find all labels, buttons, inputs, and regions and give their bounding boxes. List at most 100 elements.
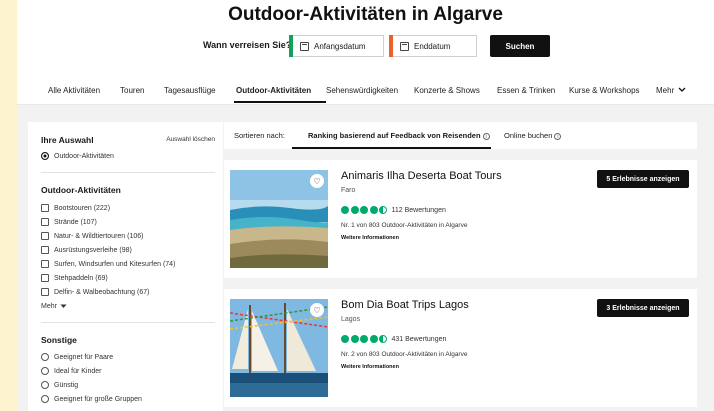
tab-tagesausfluege[interactable]: Tagesausflüge — [164, 86, 216, 95]
rating-bubble-icon — [360, 206, 368, 214]
tab-essen-trinken[interactable]: Essen & Trinken — [497, 86, 555, 95]
info-icon: i — [554, 132, 562, 140]
listing-title[interactable]: Bom Dia Boat Trips Lagos — [341, 299, 469, 311]
filter-bootstouren[interactable]: Bootstouren (222) — [41, 204, 110, 212]
rating-bubble-icon — [350, 206, 359, 214]
tab-konzerte-shows[interactable]: Konzerte & Shows — [414, 86, 480, 95]
sidebar-divider — [41, 322, 215, 323]
tab-sehenswuerdigkeiten[interactable]: Sehenswürdigkeiten — [326, 86, 398, 95]
rating-half-bubble-icon — [379, 206, 387, 214]
more-filters-toggle[interactable]: Mehr — [41, 303, 67, 310]
filter-paare[interactable]: Geeignet für Paare — [41, 353, 113, 361]
page-title: Outdoor-Aktivitäten in Algarve — [228, 4, 503, 25]
tab-mehr-label: Mehr — [656, 86, 675, 95]
more-info-link[interactable]: Weitere Informationen — [341, 364, 399, 370]
checkbox — [41, 246, 49, 254]
rating-bubble-icon — [360, 335, 368, 343]
category-tabs: Alle Aktivitäten Touren Tagesausflüge Ou… — [17, 78, 714, 104]
sort-option-label: Ranking basierend auf Feedback von Reise… — [308, 131, 481, 140]
show-experiences-button[interactable]: 3 Erlebnisse anzeigen — [597, 299, 689, 317]
tab-alle-aktivitaeten[interactable]: Alle Aktivitäten — [48, 86, 100, 95]
filter-label: Delfin- & Walbeobachtung (67) — [54, 288, 150, 296]
listing-location: Lagos — [341, 316, 361, 323]
tab-kurse-workshops[interactable]: Kurse & Workshops — [569, 86, 640, 95]
checkbox — [41, 288, 49, 296]
filter-label: Ausrüstungsverleihe (98) — [54, 246, 132, 254]
listing-title[interactable]: Animaris Ilha Deserta Boat Tours — [341, 170, 502, 182]
rating-bubble-icon — [369, 206, 378, 214]
info-icon: i — [482, 132, 490, 140]
filter-label: Geeignet für Paare — [54, 353, 114, 361]
listing-image[interactable]: ♡ — [230, 170, 328, 268]
filter-guenstig[interactable]: Günstig — [41, 381, 78, 389]
rating-bubble-icon — [341, 206, 349, 214]
page: Outdoor-Aktivitäten in Algarve Wann verr… — [17, 0, 714, 411]
review-count: 112 Bewertungen — [391, 206, 446, 214]
listing-rank: Nr. 1 von 803 Outdoor-Aktivitäten in Alg… — [341, 222, 468, 229]
radio — [41, 381, 49, 389]
radio — [41, 353, 49, 361]
selected-radio-icon — [41, 152, 49, 160]
tab-mehr[interactable]: Mehr — [656, 86, 686, 95]
filter-label: Geeignet für große Gruppen — [54, 395, 142, 403]
filter-ausruestungsverleihe[interactable]: Ausrüstungsverleihe (98) — [41, 246, 132, 254]
filter-kinder[interactable]: Ideal für Kinder — [41, 367, 101, 375]
start-date-field[interactable]: Anfangsdatum — [289, 35, 384, 57]
rating-half-bubble-icon — [379, 335, 387, 343]
heart-icon[interactable]: ♡ — [310, 303, 324, 317]
listing-location: Faro — [341, 187, 356, 194]
more-info-link[interactable]: Weitere Informationen — [341, 235, 399, 241]
rating-bubble-icon — [341, 335, 349, 343]
other-filter-title: Sonstige — [41, 335, 77, 345]
radio — [41, 395, 49, 403]
filter-label: Strände (107) — [54, 218, 97, 226]
active-tab-indicator — [234, 101, 326, 103]
calendar-icon — [400, 41, 409, 51]
filter-label: Surfen, Windsurfen und Kitesurfen (74) — [54, 260, 176, 268]
sort-option-label: Online buchen — [504, 131, 553, 140]
end-date-field[interactable]: Enddatum — [389, 35, 477, 57]
filter-delfin-walbeobachtung[interactable]: Delfin- & Walbeobachtung (67) — [41, 288, 149, 296]
listing-rating[interactable]: 431 Bewertungen — [341, 335, 446, 343]
review-count: 431 Bewertungen — [391, 335, 447, 343]
sort-option-ranking[interactable]: Ranking basierend auf Feedback von Reise… — [308, 131, 490, 140]
sort-bar: Sortieren nach: Ranking basierend auf Fe… — [224, 122, 697, 149]
end-date-placeholder: Enddatum — [414, 41, 451, 51]
show-experiences-button[interactable]: 5 Erlebnisse anzeigen — [597, 170, 689, 188]
sort-option-online-buchen[interactable]: Online buchen i — [504, 131, 562, 140]
selected-filter[interactable]: Outdoor-Aktivitäten — [41, 152, 114, 160]
end-date-accent — [389, 35, 393, 57]
sort-label: Sortieren nach: — [234, 131, 285, 140]
heart-icon[interactable]: ♡ — [310, 174, 324, 188]
filter-natur-wildtiertouren[interactable]: Natur- & Wildtiertouren (106) — [41, 232, 143, 240]
filter-surfen[interactable]: Surfen, Windsurfen und Kitesurfen (74) — [41, 260, 175, 268]
chevron-down-icon — [60, 304, 67, 308]
listing-card: ♡ Bom Dia Boat Trips Lagos Lagos 431 Bew… — [224, 289, 697, 407]
filter-grosse-gruppen[interactable]: Geeignet für große Gruppen — [41, 395, 142, 403]
when-label: Wann verreisen Sie? — [203, 40, 292, 50]
search-button[interactable]: Suchen — [490, 35, 550, 57]
tab-touren[interactable]: Touren — [120, 86, 144, 95]
filter-stehpaddeln[interactable]: Stehpaddeln (69) — [41, 274, 108, 282]
outdoor-filter-title: Outdoor-Aktivitäten — [41, 185, 121, 195]
tab-outdoor-aktivitaeten[interactable]: Outdoor-Aktivitäten — [236, 86, 311, 95]
clear-selection-link[interactable]: Auswahl löschen — [166, 136, 215, 143]
filter-straende[interactable]: Strände (107) — [41, 218, 97, 226]
checkbox — [41, 274, 49, 282]
selected-filter-label: Outdoor-Aktivitäten — [54, 152, 114, 160]
filter-sidebar: Ihre Auswahl Auswahl löschen Outdoor-Akt… — [28, 122, 223, 411]
checkbox — [41, 204, 49, 212]
calendar-icon — [300, 41, 309, 51]
filter-label: Bootstouren (222) — [54, 204, 111, 212]
start-date-accent — [289, 35, 293, 57]
listing-rating[interactable]: 112 Bewertungen — [341, 206, 446, 214]
radio — [41, 367, 49, 375]
listing-image[interactable]: ♡ — [230, 299, 328, 397]
date-search-bar: Wann verreisen Sie? Anfangsdatum Enddatu… — [17, 35, 714, 59]
checkbox — [41, 218, 49, 226]
filter-label: Günstig — [54, 381, 79, 389]
chevron-down-icon — [679, 87, 686, 92]
checkbox — [41, 260, 49, 268]
listing-rank: Nr. 2 von 803 Outdoor-Aktivitäten in Alg… — [341, 351, 468, 358]
selection-title: Ihre Auswahl — [41, 135, 94, 145]
